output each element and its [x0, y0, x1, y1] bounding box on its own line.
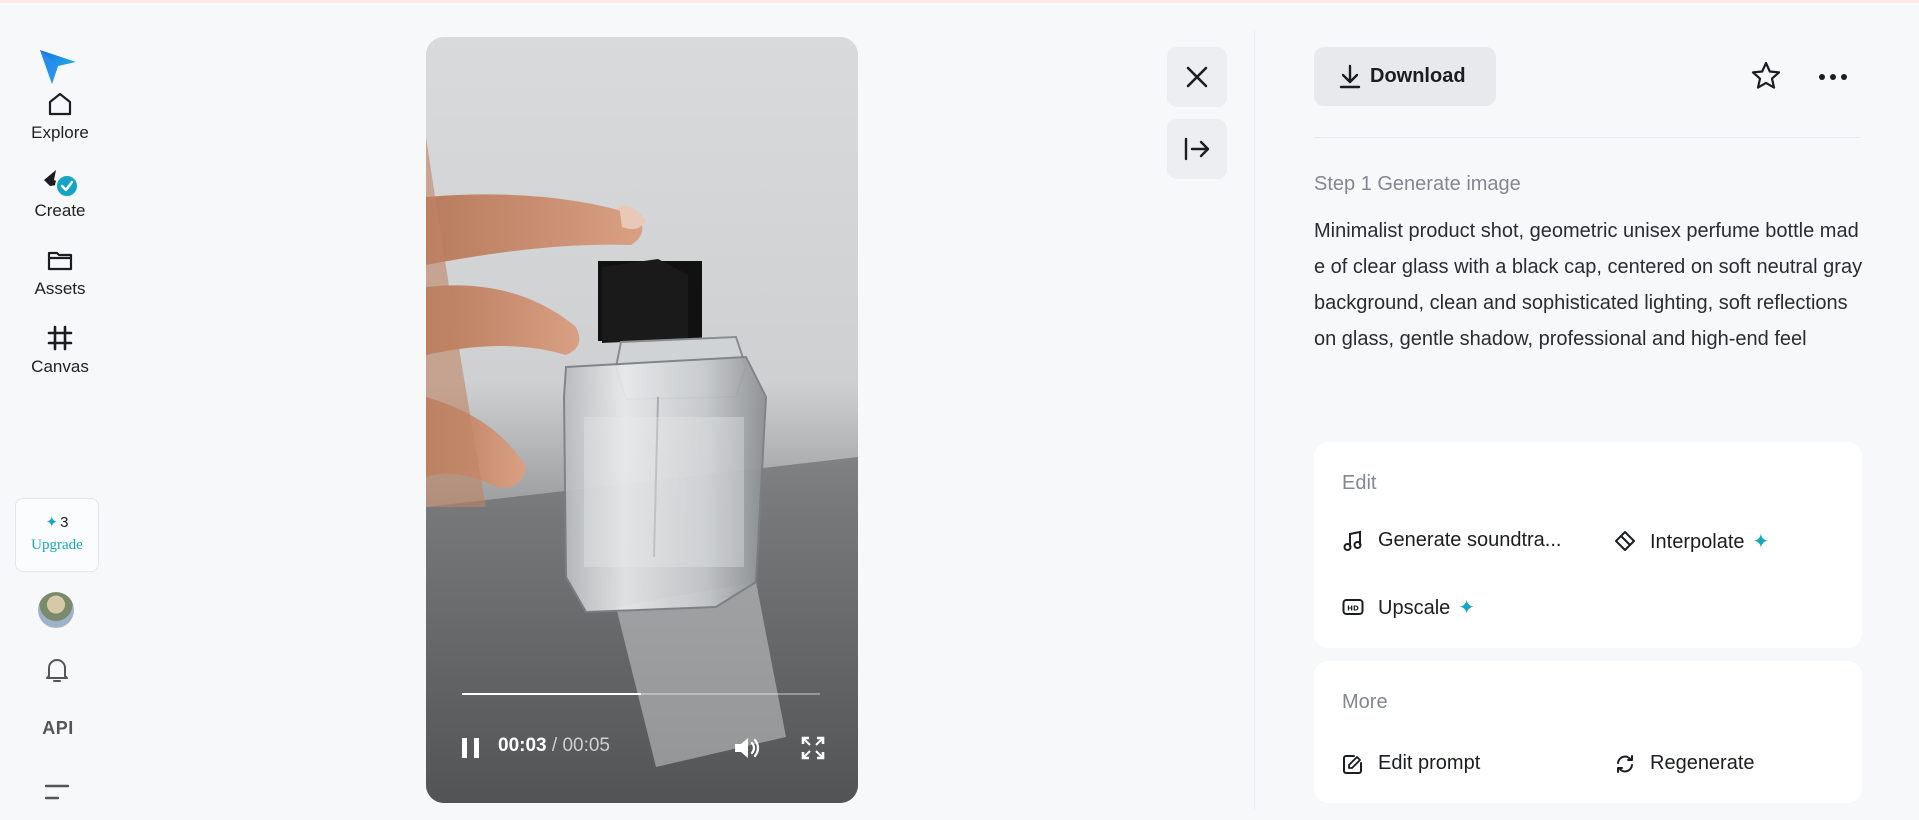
music-note-icon [1343, 530, 1362, 551]
home-icon [48, 92, 72, 116]
premium-sparkle-icon: ✦ [1752, 531, 1770, 553]
svg-text:HD: HD [1347, 605, 1359, 613]
sidebar-item-assets[interactable]: Assets [0, 244, 120, 299]
edit-prompt-action[interactable]: Edit prompt [1342, 749, 1562, 779]
video-progress-bar[interactable] [462, 693, 820, 695]
step-title: Step 1 Generate image [1314, 173, 1521, 195]
check-badge-icon [55, 174, 79, 198]
top-accent-line [0, 0, 1919, 3]
action-label: Edit prompt [1378, 752, 1481, 774]
fullscreen-button[interactable] [800, 735, 826, 761]
sidebar-item-label: Canvas [31, 357, 89, 376]
sidebar-item-label: Create [34, 201, 86, 220]
menu-lines-icon[interactable] [40, 775, 74, 809]
interpolate-action[interactable]: Interpolate ✦ [1614, 526, 1814, 556]
prompt-text: Minimalist product shot, geometric unise… [1314, 220, 1863, 350]
bell-icon[interactable] [40, 653, 74, 687]
more-card: More Edit prompt Regenerate [1314, 661, 1862, 803]
credits-value: 3 [60, 514, 69, 531]
header-divider [1314, 137, 1860, 138]
more-options-icon[interactable] [1816, 62, 1850, 92]
folder-icon [47, 251, 73, 271]
arrow-right-bar-icon [1184, 137, 1210, 161]
duration: 00:05 [562, 735, 610, 756]
pause-button[interactable] [458, 735, 484, 761]
canvas-grid-icon [47, 325, 73, 351]
left-sidebar: Explore Create Assets Canvas ✦3 Upgrade [0, 0, 120, 820]
video-frame-perfume [426, 37, 858, 803]
upscale-label: Upscale [1378, 597, 1451, 619]
sidebar-item-create[interactable]: Create [0, 166, 120, 221]
hd-icon: HD [1342, 599, 1364, 615]
favorite-star-icon[interactable] [1750, 60, 1782, 92]
edit-prompt-icon [1343, 755, 1362, 774]
premium-sparkle-icon: ✦ [1458, 597, 1476, 619]
download-label: Download [1370, 65, 1466, 87]
panel-divider [1254, 30, 1255, 810]
close-icon [1186, 66, 1208, 88]
video-progress-fill [462, 693, 641, 695]
sidebar-item-canvas[interactable]: Canvas [0, 322, 120, 377]
regenerate-icon [1617, 755, 1633, 773]
sidebar-item-explore[interactable]: Explore [0, 88, 120, 143]
action-label: Upscale ✦ [1378, 595, 1475, 620]
download-icon [1339, 64, 1361, 89]
app-logo[interactable] [36, 44, 78, 86]
upgrade-button[interactable]: ✦ 3 Upgrade [15, 498, 99, 572]
time-separator: / [546, 735, 563, 756]
edit-card: Edit Generate soundtra... Interpolate ✦ H… [1314, 442, 1862, 648]
credits-counter: ✦ 3 [45, 514, 69, 531]
action-label: Generate soundtra... [1378, 529, 1562, 551]
regenerate-action[interactable]: Regenerate [1614, 749, 1814, 779]
interpolate-icon [1615, 531, 1635, 551]
video-time: 00:03 / 00:05 [498, 735, 610, 757]
video-player[interactable]: 00:03 / 00:05 [426, 37, 858, 803]
volume-button[interactable] [732, 733, 762, 763]
sidebar-item-label: Explore [31, 123, 89, 142]
action-label: Regenerate [1650, 752, 1755, 774]
more-card-title: More [1342, 691, 1388, 713]
generate-soundtrack-action[interactable]: Generate soundtra... [1342, 526, 1582, 556]
avatar[interactable] [38, 592, 74, 628]
collapse-panel-button[interactable] [1167, 119, 1227, 179]
upgrade-label: Upgrade [31, 537, 83, 553]
upscale-action[interactable]: HD Upscale ✦ [1342, 592, 1542, 622]
close-button[interactable] [1167, 47, 1227, 107]
action-label: Interpolate ✦ [1650, 529, 1769, 554]
current-time: 00:03 [498, 735, 547, 756]
edit-card-title: Edit [1342, 472, 1377, 494]
download-button[interactable]: Download [1314, 47, 1496, 106]
interpolate-label: Interpolate [1650, 531, 1745, 553]
api-link[interactable]: API [38, 718, 78, 739]
sidebar-item-label: Assets [34, 279, 86, 298]
